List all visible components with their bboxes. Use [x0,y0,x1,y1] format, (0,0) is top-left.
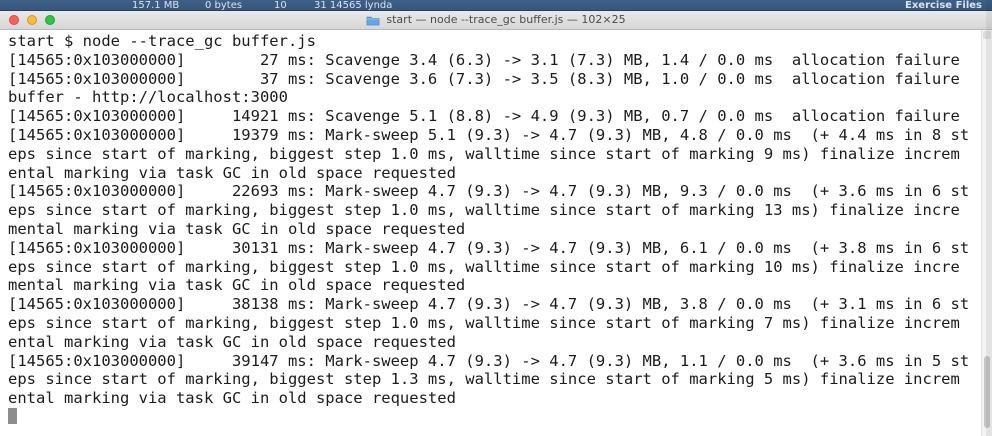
terminal-line: [14565:0x103000000] 19379 ms: Mark-sweep… [8,125,970,144]
desktop-screen: 157.1 MB 0 bytes 10 31 14565 lynda Exerc… [0,0,992,436]
terminal-line: [14565:0x103000000] 38138 ms: Mark-sweep… [8,295,970,314]
terminal-line: eps since start of marking, biggest step… [8,257,960,276]
terminal-line: ental marking via task GC in old space r… [8,332,456,351]
terminal-line: [14565:0x103000000] 14921 ms: Scavenge 5… [8,107,960,126]
terminal-line: eps since start of marking, biggest step… [8,313,960,332]
terminal-line: mental marking via task GC in old space … [8,219,466,238]
scrollbar-top-cap[interactable] [983,31,991,39]
scrollbar-thumb[interactable] [984,356,990,428]
window-title: start — node --trace_gc buffer.js — 102×… [0,11,992,29]
terminal-output-area[interactable]: start $ node --trace_gc buffer.js [14565… [0,30,982,436]
terminal-line: [14565:0x103000000] 27 ms: Scavenge 3.4 … [8,50,960,69]
terminal-window: start — node --trace_gc buffer.js — 102×… [0,11,992,436]
terminal-line: ental marking via task GC in old space r… [8,389,456,408]
window-titlebar[interactable]: start — node --trace_gc buffer.js — 102×… [0,11,992,30]
terminal-line: [14565:0x103000000] 22693 ms: Mark-sweep… [8,182,970,201]
terminal-cursor[interactable] [8,407,17,424]
terminal-output: start $ node --trace_gc buffer.js [14565… [0,30,982,408]
terminal-line: mental marking via task GC in old space … [8,276,466,295]
terminal-line: eps since start of marking, biggest step… [8,201,960,220]
terminal-line: [14565:0x103000000] 30131 ms: Mark-sweep… [8,238,970,257]
terminal-line: ental marking via task GC in old space r… [8,163,456,182]
folder-icon [366,15,380,26]
terminal-line: [14565:0x103000000] 39147 ms: Mark-sweep… [8,351,970,370]
terminal-line: eps since start of marking, biggest step… [8,370,960,389]
terminal-line: start $ node --trace_gc buffer.js [8,32,316,50]
terminal-line: [14565:0x103000000] 37 ms: Scavenge 3.6 … [8,69,960,88]
window-title-text: start — node --trace_gc buffer.js — 102×… [386,13,626,26]
terminal-line: buffer - http://localhost:3000 [8,88,288,107]
vertical-scrollbar[interactable] [981,30,992,436]
terminal-line: eps since start of marking, biggest step… [8,144,960,163]
